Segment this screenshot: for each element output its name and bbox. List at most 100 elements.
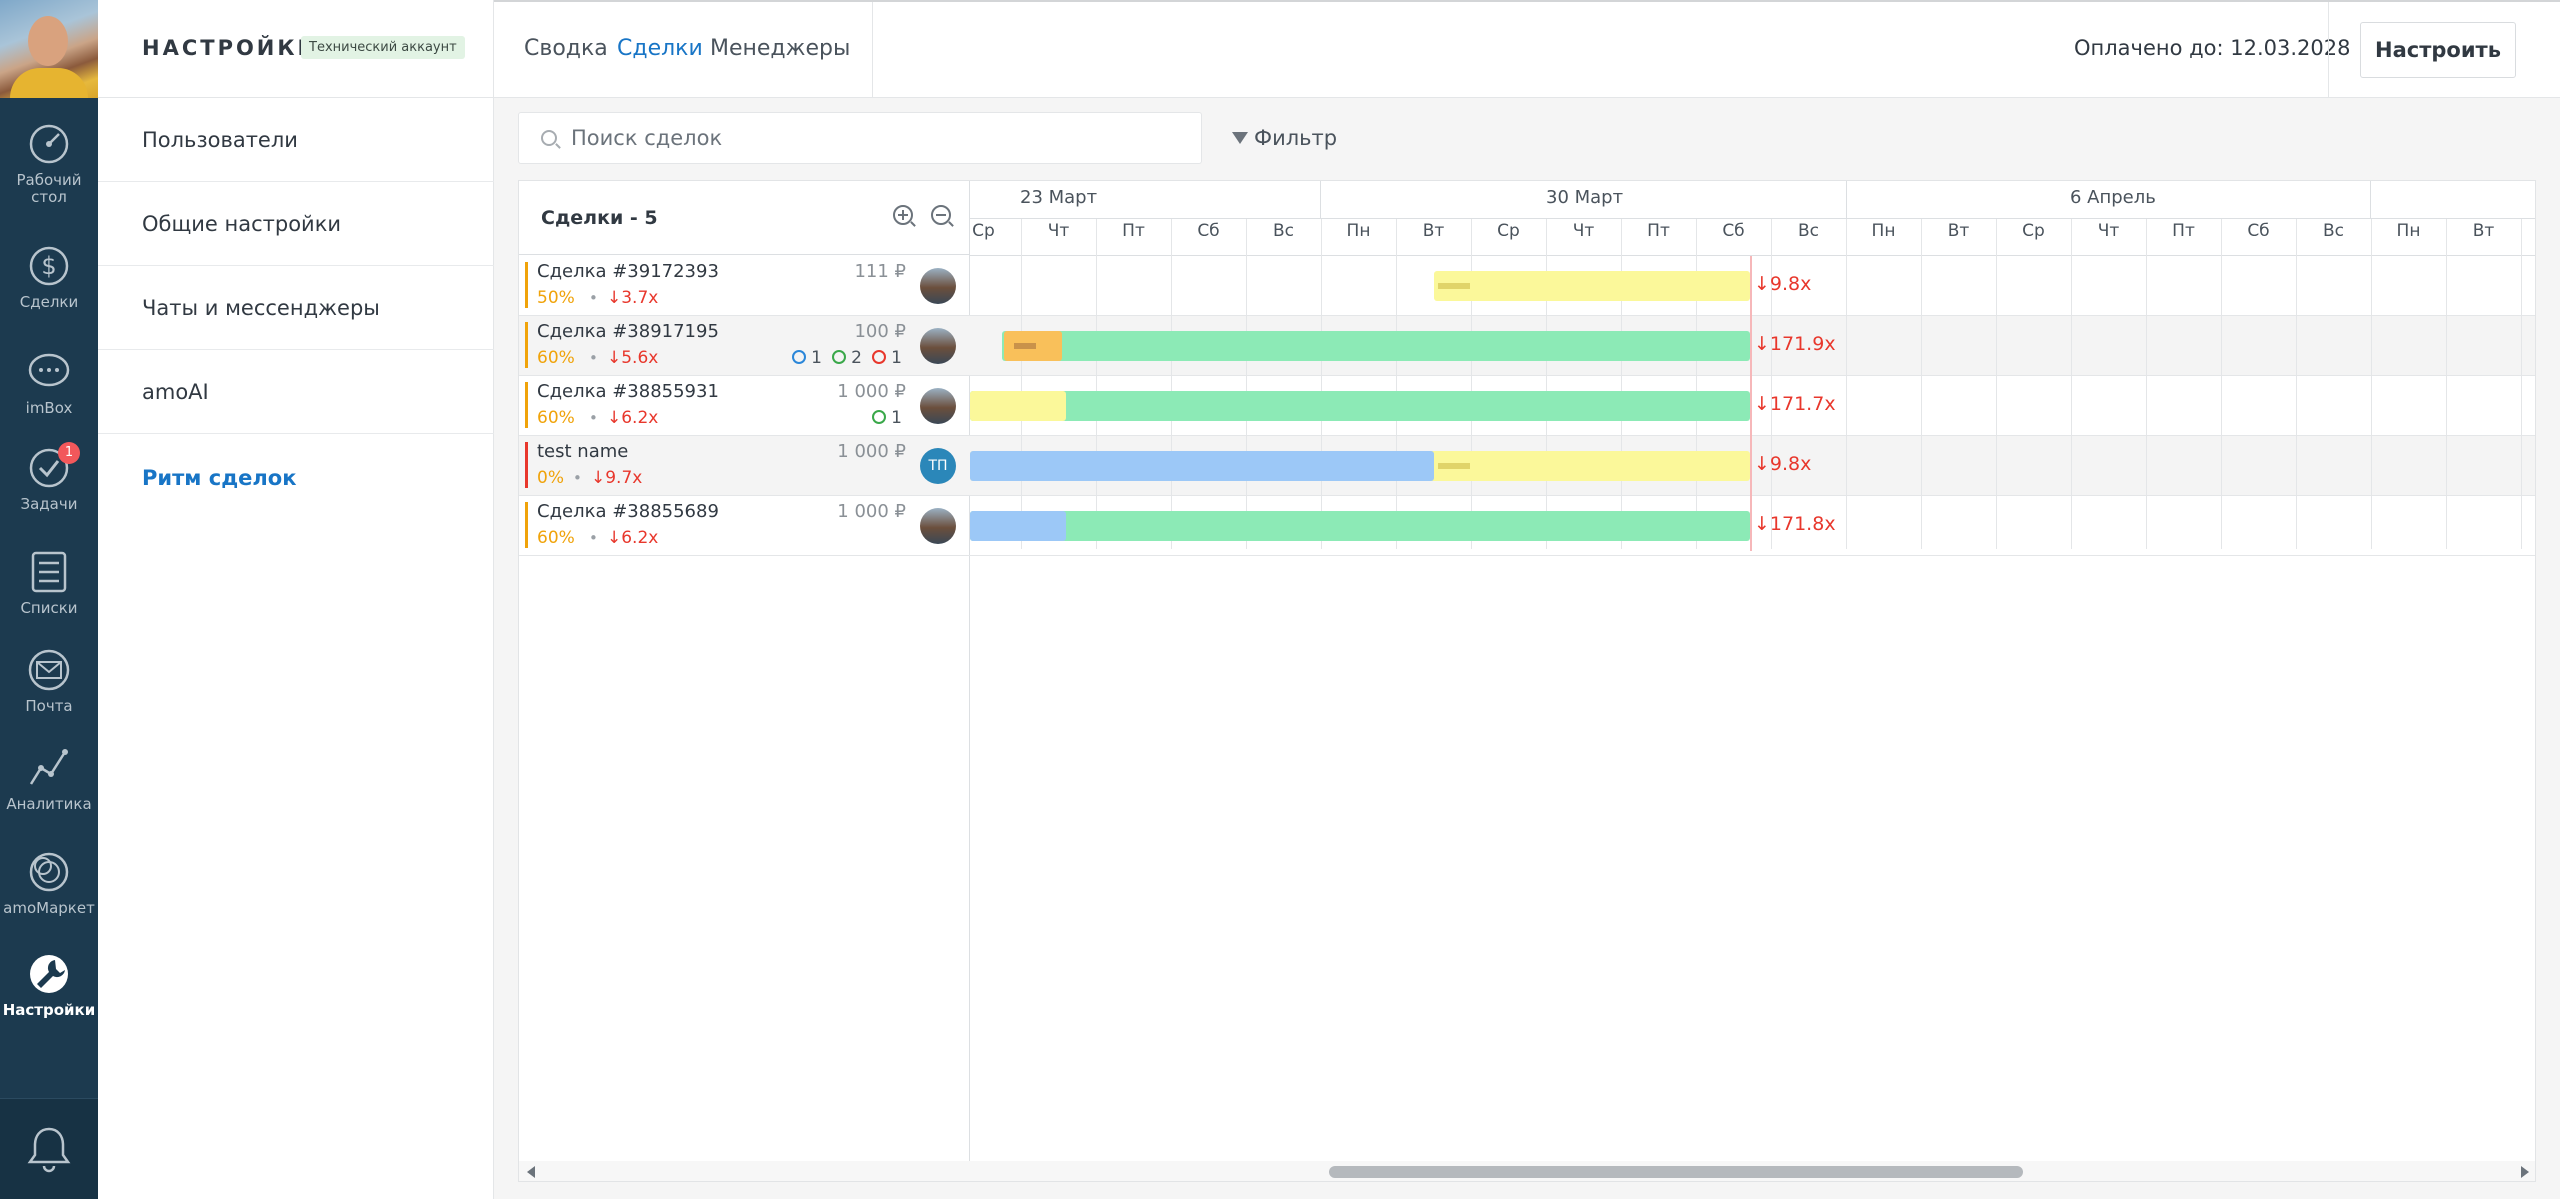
nav-item-deals[interactable]: $ Сделки xyxy=(0,244,98,311)
settings-link-general[interactable]: Общие настройки xyxy=(98,182,494,266)
timeline-row xyxy=(970,256,2535,316)
settings-link-amoai[interactable]: amoAI xyxy=(98,350,494,434)
chat-icon xyxy=(28,353,70,387)
deal-name[interactable]: Сделка #38917195 xyxy=(537,321,719,342)
deal-row[interactable]: Сделка #38917195 100 ₽ 60% • ↓5.6x 1 2 1 xyxy=(519,316,970,376)
configure-button[interactable]: Настроить xyxy=(2360,22,2516,78)
day-label: Чт xyxy=(1572,221,1595,241)
deal-name[interactable]: Сделка #38855689 xyxy=(537,501,719,522)
separator-dot: • xyxy=(589,289,598,307)
gantt-bar[interactable] xyxy=(970,391,1066,421)
nav-item-dashboard[interactable]: Рабочий стол xyxy=(0,122,98,206)
separator-dot: • xyxy=(573,469,582,487)
nav-item-mail[interactable]: Почта xyxy=(0,648,98,715)
day-label: Пт xyxy=(1647,221,1670,241)
deal-row[interactable]: test name 1 000 ₽ 0% • ↓9.7x ТП xyxy=(519,436,970,496)
alarm-off-icon xyxy=(872,350,887,364)
nav-item-market[interactable]: amoМаркет xyxy=(0,850,98,917)
nav-label: Почта xyxy=(25,697,73,715)
deal-name[interactable]: Сделка #38855931 xyxy=(537,381,719,402)
tab-managers[interactable]: Менеджеры xyxy=(710,36,850,61)
deals-list: Сделки - 5 Сделка #39172393 111 ₽ 50% • ↓3.7… xyxy=(519,181,970,1161)
gantt-bar[interactable] xyxy=(1438,283,1470,289)
gantt-bar[interactable] xyxy=(970,511,1750,541)
divider xyxy=(2328,2,2329,98)
gantt-bar[interactable] xyxy=(970,451,1434,481)
avatar[interactable]: ТП xyxy=(920,448,956,484)
day-label: Пт xyxy=(1122,221,1145,241)
grid-line xyxy=(1321,219,1322,549)
deal-probability: 60% xyxy=(537,408,575,428)
deal-rate: ↓6.2x xyxy=(607,528,659,548)
grid-line xyxy=(2146,219,2147,549)
settings-link-deal-rhythm[interactable]: Ритм сделок xyxy=(98,436,494,520)
tab-deals[interactable]: Сделки xyxy=(617,36,703,61)
nav-item-analytics[interactable]: Аналитика xyxy=(0,746,98,813)
avatar[interactable] xyxy=(920,328,956,364)
bell-icon xyxy=(27,1127,71,1173)
scroll-right-icon[interactable] xyxy=(2521,1166,2529,1178)
deal-rate: ↓6.2x xyxy=(607,408,659,428)
nav-item-tasks[interactable]: 1 Задачи xyxy=(0,442,98,513)
tab-summary[interactable]: Сводка xyxy=(524,36,608,61)
deal-name[interactable]: Сделка #39172393 xyxy=(537,261,719,282)
deal-rate: ↓5.6x xyxy=(607,348,659,368)
separator-dot: • xyxy=(589,409,598,427)
top-bar: Сводка Сделки Менеджеры Оплачено до: 12.… xyxy=(494,0,2560,98)
deal-row[interactable]: Сделка #39172393 111 ₽ 50% • ↓3.7x xyxy=(519,256,970,316)
grid-line xyxy=(1396,219,1397,549)
month-divider xyxy=(1320,181,1321,219)
gantt-bar[interactable] xyxy=(1434,271,1750,301)
avatar[interactable] xyxy=(920,268,956,304)
day-label: Вс xyxy=(2322,221,2344,241)
gantt-bar[interactable] xyxy=(970,391,1750,421)
deal-meta-counter: 1 xyxy=(872,348,902,368)
grid-line xyxy=(2221,219,2222,549)
avatar[interactable] xyxy=(920,508,956,544)
mail-icon xyxy=(28,649,70,691)
grid-line xyxy=(1171,219,1172,549)
separator-dot: • xyxy=(589,349,598,367)
gantt-bar[interactable] xyxy=(1014,343,1036,349)
settings-link-users[interactable]: Пользователи xyxy=(98,98,494,182)
deal-row[interactable]: Сделка #38855689 1 000 ₽ 60% • ↓6.2x xyxy=(519,496,970,556)
notifications-bell[interactable] xyxy=(0,1098,98,1199)
user-avatar[interactable] xyxy=(0,0,98,98)
day-label: Пт xyxy=(2172,221,2195,241)
scrollbar-thumb[interactable] xyxy=(1329,1166,2023,1178)
horizontal-scrollbar[interactable] xyxy=(519,1161,2535,1181)
nav-item-settings[interactable]: Настройки xyxy=(0,952,98,1019)
paid-until: Оплачено до: 12.03.2028 xyxy=(2074,36,2351,60)
filter-button[interactable]: Фильтр xyxy=(1232,126,1337,150)
grid-line xyxy=(2521,219,2522,549)
meta-value: 2 xyxy=(851,348,862,368)
filter-label: Фильтр xyxy=(1254,126,1338,150)
day-label: Пн xyxy=(2396,221,2421,241)
avatar[interactable] xyxy=(920,388,956,424)
deal-row[interactable]: Сделка #38855931 1 000 ₽ 60% • ↓6.2x 1 xyxy=(519,376,970,436)
grid-line xyxy=(2071,219,2072,549)
grid-line xyxy=(1921,219,1922,549)
gantt-bar[interactable] xyxy=(970,511,1066,541)
svg-text:$: $ xyxy=(41,252,56,280)
search-icon xyxy=(541,130,557,146)
zoom-in-icon[interactable] xyxy=(893,205,913,225)
grid-line xyxy=(1546,219,1547,549)
day-label: Чт xyxy=(2097,221,2120,241)
deal-status-bar xyxy=(525,442,528,488)
gantt-bar[interactable] xyxy=(1438,463,1470,469)
nav-item-lists[interactable]: Списки xyxy=(0,550,98,617)
day-label: Сб xyxy=(1722,221,1745,241)
deal-name[interactable]: test name xyxy=(537,441,628,462)
nav-label: amoМаркет xyxy=(3,899,95,917)
day-label: Вт xyxy=(1947,221,1970,241)
search-input[interactable] xyxy=(571,113,1171,163)
scroll-left-icon[interactable] xyxy=(527,1166,535,1178)
nav-label: imBox xyxy=(25,399,73,417)
gantt-bar[interactable] xyxy=(1002,331,1750,361)
month-label: 23 Март xyxy=(1020,187,1098,208)
deals-gantt-panel: Сделки - 5 Сделка #39172393 111 ₽ 50% • ↓3.7… xyxy=(518,180,2536,1182)
settings-link-chats[interactable]: Чаты и мессенджеры xyxy=(98,266,494,350)
dashboard-icon xyxy=(29,124,69,164)
nav-item-imbox[interactable]: imBox xyxy=(0,350,98,417)
